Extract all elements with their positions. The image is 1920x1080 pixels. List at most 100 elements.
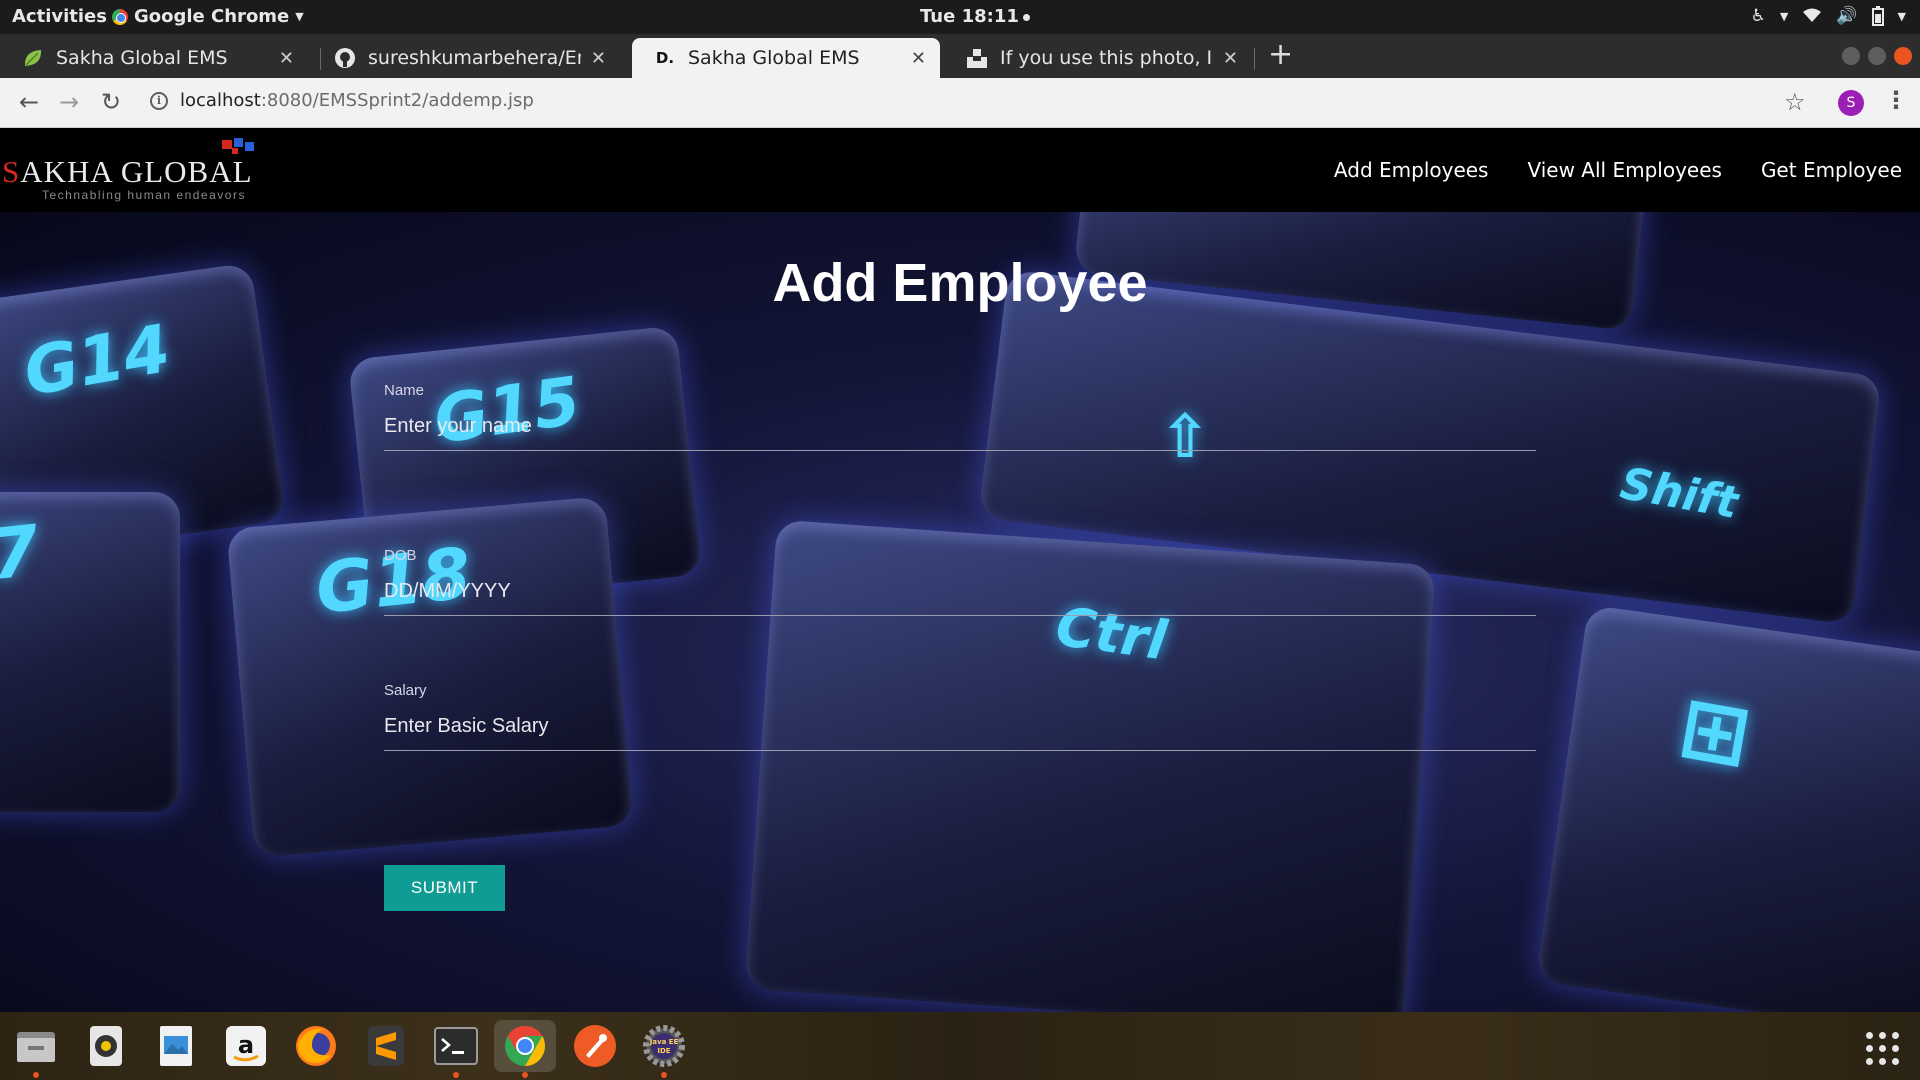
dock-firefox[interactable] [290,1020,342,1072]
tab-sakha-ems-active[interactable]: D. Sakha Global EMS ✕ [632,38,940,78]
address-bar[interactable]: i localhost:8080/EMSSprint2/addemp.jsp [150,90,534,111]
svg-text:a: a [238,1031,254,1059]
notification-dot-icon [1022,13,1030,21]
name-field-group: Name [384,382,1536,451]
terminal-icon [434,1027,478,1065]
site-info-icon[interactable]: i [150,91,168,110]
new-tab-button[interactable]: + [1268,40,1293,70]
salary-label: Salary [384,682,427,699]
logo-text: AKHA GLOBAL [20,154,253,189]
running-indicator [33,1072,39,1078]
dob-label: DOB [384,547,417,564]
volume-icon: 🔊 [1836,6,1858,26]
show-applications-grid-icon[interactable] [1866,1032,1899,1065]
maximize-icon[interactable] [1868,47,1886,65]
system-tray[interactable]: ♿ ▼ 🔊 ▼ [1751,6,1906,26]
unsplash-icon [966,47,988,69]
eclipse-java-ee-icon: Java EEIDE [643,1025,685,1067]
puzzle-logo-icon [222,138,254,154]
close-icon[interactable]: ✕ [1223,48,1238,69]
name-label: Name [384,382,425,399]
amazon-icon: a [226,1026,266,1066]
profile-avatar[interactable]: S [1838,90,1864,116]
close-window-icon[interactable] [1894,47,1912,65]
salary-input[interactable] [384,705,1536,751]
chevron-down-icon: ▼ [1897,9,1906,23]
close-icon[interactable]: ✕ [591,48,606,69]
forward-arrow-icon[interactable]: → [54,88,84,116]
dob-input[interactable] [384,570,1536,616]
close-icon[interactable]: ✕ [911,48,926,69]
dock-amazon[interactable]: a [220,1020,272,1072]
running-indicator [453,1072,459,1078]
chevron-down-icon: ▼ [295,10,304,23]
url-text: localhost:8080/EMSSprint2/addemp.jsp [180,90,534,111]
site-navbar: SAKHA GLOBAL Technabling human endeavors… [0,128,1920,212]
keyboard-key [1535,604,1920,1012]
dock-image-viewer[interactable] [150,1020,202,1072]
browser-toolbar: ← → ↻ i localhost:8080/EMSSprint2/addemp… [0,78,1920,128]
svg-text:IDE: IDE [657,1047,670,1055]
tab-title: Sakha Global EMS [688,47,860,69]
dock-eclipse-java-ee[interactable]: Java EE IDE [638,1020,690,1078]
clock[interactable]: Tue 18:11 [920,6,1030,27]
tab-sakha-ems-1[interactable]: Sakha Global EMS ✕ [0,38,308,78]
dock-files[interactable] [10,1020,62,1078]
postman-icon [574,1025,616,1067]
d-logo-icon: D. [655,49,675,67]
ubuntu-dock: a Java EE IDE [0,1012,1920,1080]
url-host: localhost [180,90,261,111]
nav-add-employees[interactable]: Add Employees [1334,158,1489,182]
main-nav: Add Employees View All Employees Get Emp… [1334,158,1902,182]
running-indicator [522,1072,528,1078]
hero-keyboard-background: G14 G15 G18 Ctrl Shift 7 ⇧ ⊞ Add Employe… [0,212,1920,1012]
name-input[interactable] [384,405,1536,451]
tab-unsplash[interactable]: If you use this photo, I wo ✕ [944,38,1252,78]
dock-chrome[interactable] [494,1020,556,1078]
page-title: Add Employee [772,253,1148,313]
tab-title: sureshkumarbehera/Empl [368,47,581,69]
dock-sublime-text[interactable] [360,1020,412,1072]
app-menu[interactable]: Google Chrome ▼ [112,6,304,27]
accessibility-icon[interactable]: ♿ [1751,6,1766,26]
minimize-icon[interactable] [1842,47,1860,65]
page-viewport: SAKHA GLOBAL Technabling human endeavors… [0,128,1920,1012]
dock-rhythmbox[interactable] [80,1020,132,1072]
activities-button[interactable]: Activities [12,6,107,27]
dob-field-group: DOB [384,547,1536,616]
back-arrow-icon[interactable]: ← [14,88,44,116]
tab-title: If you use this photo, I wo [1000,47,1213,69]
submit-button[interactable]: SUBMIT [384,865,505,911]
running-indicator [661,1072,667,1078]
logo-tagline: Technabling human endeavors [42,188,246,202]
chevron-down-icon: ▼ [1779,9,1789,23]
site-logo[interactable]: SAKHA GLOBAL Technabling human endeavors [2,154,253,202]
system-top-bar: Activities Google Chrome ▼ Tue 18:11 ♿ ▼… [0,0,1920,34]
reload-icon[interactable]: ↻ [96,88,126,116]
chrome-icon [505,1026,545,1066]
salary-field-group: Salary [384,682,1536,751]
logo-initial: S [2,154,21,189]
rhythmbox-icon [90,1026,122,1066]
window-controls [1842,47,1912,65]
dock-postman[interactable] [569,1020,621,1072]
sublime-text-icon [368,1026,404,1066]
battery-icon [1871,6,1884,26]
close-icon[interactable]: ✕ [279,48,294,69]
url-path: :8080/EMSSprint2/addemp.jsp [260,90,534,111]
dock-terminal[interactable] [430,1020,482,1078]
chrome-icon [112,8,128,25]
clock-label: Tue 18:11 [920,6,1019,27]
menu-kebab-icon[interactable]: ⋮ [1884,86,1908,114]
nav-get-employee[interactable]: Get Employee [1761,158,1902,182]
nav-view-all-employees[interactable]: View All Employees [1527,158,1721,182]
image-viewer-icon [160,1026,192,1066]
tab-title: Sakha Global EMS [56,47,228,69]
tab-divider [1254,48,1255,70]
app-menu-label: Google Chrome [134,6,290,27]
bookmark-star-icon[interactable]: ☆ [1784,88,1806,116]
firefox-icon [296,1026,336,1066]
github-icon [334,47,356,69]
tab-github[interactable]: sureshkumarbehera/Empl ✕ [312,38,620,78]
leaf-icon [22,47,44,69]
